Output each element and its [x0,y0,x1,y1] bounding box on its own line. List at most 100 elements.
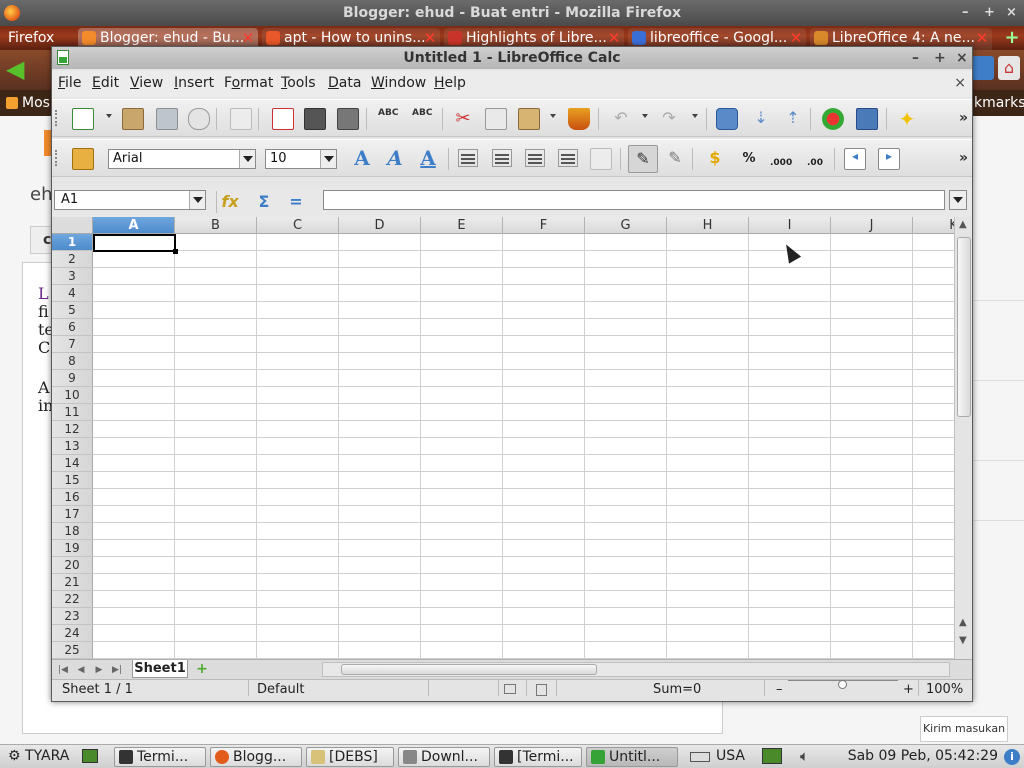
menu-insert[interactable]: Insert [174,75,214,91]
info-icon[interactable]: i [1004,749,1020,765]
tab-close-icon[interactable]: ✕ [974,28,990,48]
paste-dropdown-icon[interactable] [550,114,556,118]
home-icon[interactable]: ⌂ [998,56,1020,80]
copy-icon[interactable] [485,108,507,130]
menu-tools[interactable]: Tools [281,75,316,91]
font-size-dropdown-icon[interactable] [320,150,336,168]
send-feedback-button[interactable]: Kirim masukan [920,716,1008,742]
menu-window[interactable]: Window [371,75,426,91]
document-close-button[interactable]: × [954,75,966,91]
increase-indent-icon[interactable]: ▸ [878,148,900,170]
show-desktop-icon[interactable] [82,749,98,763]
hyperlink-icon[interactable] [716,108,738,130]
font-size-box[interactable]: 10 [265,149,337,169]
keyboard-layout[interactable]: USA [716,748,745,764]
row-header-2[interactable]: 2 [52,251,93,268]
toolbar-overflow-icon[interactable]: » [959,150,968,166]
bookmarks-menu[interactable]: kmarks [974,90,1024,116]
column-header-i[interactable]: I [749,217,831,234]
row-header-9[interactable]: 9 [52,370,93,387]
currency-format-icon[interactable]: $ [704,148,726,170]
row-header-7[interactable]: 7 [52,336,93,353]
add-sheet-icon[interactable]: + [192,661,212,677]
styles-formatting-icon[interactable] [72,148,94,170]
firefox-close-button[interactable]: × [1006,0,1017,26]
zoom-slider-handle[interactable] [838,680,847,689]
edit-file-icon[interactable] [230,108,252,130]
autospellcheck-icon[interactable]: ABC [412,108,434,130]
show-draw-functions-icon[interactable]: ✦ [896,108,918,130]
last-sheet-icon[interactable]: ▶| [110,663,124,677]
column-header-c[interactable]: C [257,217,339,234]
calc-close-button[interactable]: × [956,47,968,69]
align-right-icon[interactable] [525,149,545,167]
menu-help[interactable]: Help [434,75,466,91]
bookmark-item[interactable]: Mos [22,90,50,116]
email-icon[interactable] [188,108,210,130]
cell-area[interactable] [93,234,954,659]
new-dropdown-icon[interactable] [106,114,112,118]
menu-data[interactable]: Data [328,75,361,91]
function-icon[interactable]: = [284,191,308,213]
row-header-17[interactable]: 17 [52,506,93,523]
decrease-indent-icon[interactable]: ◂ [844,148,866,170]
row-header-5[interactable]: 5 [52,302,93,319]
selection-mode-icon[interactable] [504,684,516,694]
row-header-13[interactable]: 13 [52,438,93,455]
align-left-icon[interactable] [458,149,478,167]
row-header-24[interactable]: 24 [52,625,93,642]
row-header-20[interactable]: 20 [52,557,93,574]
tab-close-icon[interactable]: ✕ [422,28,438,48]
status-page-style[interactable]: Default [257,680,305,700]
export-pdf-icon[interactable] [272,108,294,130]
redo-icon[interactable]: ↷ [658,108,680,130]
column-header-g[interactable]: G [585,217,667,234]
toolbar-grip[interactable] [55,110,59,126]
horizontal-scrollbar[interactable] [322,662,950,677]
new-tab-icon[interactable]: + [1002,28,1022,48]
taskbar-item-terminal[interactable]: Termi... [114,747,206,767]
menu-view[interactable]: View [130,75,163,91]
vertical-scrollbar[interactable]: ▲ ▲ ▼ [954,217,972,659]
bold-icon[interactable]: A [350,146,374,170]
row-header-23[interactable]: 23 [52,608,93,625]
save-icon[interactable] [156,108,178,130]
row-header-18[interactable]: 18 [52,523,93,540]
taskbar-item-terminal-2[interactable]: [Termi... [494,747,582,767]
toolbar-overflow-icon[interactable]: » [959,110,968,126]
sort-descending-icon[interactable]: ⇡ [782,108,804,130]
back-arrow-icon[interactable]: ◀ [6,57,32,83]
scroll-up-icon[interactable]: ▲ [959,617,967,628]
column-header-h[interactable]: H [667,217,749,234]
taskbar-item-debs[interactable]: [DEBS] [306,747,394,767]
taskbar-item-downloads[interactable]: Downl... [398,747,490,767]
undo-dropdown-icon[interactable] [642,114,648,118]
taskbar-item-calc[interactable]: Untitl... [586,747,678,767]
firefox-maximize-button[interactable]: + [984,0,995,26]
row-header-21[interactable]: 21 [52,574,93,591]
row-header-3[interactable]: 3 [52,268,93,285]
merge-cells-icon[interactable] [590,148,612,170]
font-name-dropdown-icon[interactable] [239,150,255,168]
paste-icon[interactable] [518,108,540,130]
row-header-25[interactable]: 25 [52,642,93,659]
clock[interactable]: Sab 09 Peb, 05:42:29 [848,748,998,764]
scroll-up-icon[interactable]: ▲ [959,219,967,230]
name-box-dropdown-icon[interactable] [189,191,205,209]
left-to-right-icon[interactable]: ✎ [628,145,658,173]
tab-close-icon[interactable]: ✕ [240,28,256,48]
formula-input[interactable] [323,190,945,210]
taskbar-item-blogger[interactable]: Blogg... [210,747,302,767]
new-document-icon[interactable] [72,108,94,130]
delete-decimal-icon[interactable]: .00 [804,148,826,170]
start-menu[interactable]: ⚙ TYARA [8,748,69,764]
prev-sheet-icon[interactable]: ◀ [74,663,88,677]
clone-formatting-icon[interactable] [568,108,590,130]
row-header-15[interactable]: 15 [52,472,93,489]
zoom-percent[interactable]: 100% [926,680,963,700]
redo-dropdown-icon[interactable] [692,114,698,118]
insert-chart-icon[interactable] [822,108,844,130]
tab-close-icon[interactable]: ✕ [788,28,804,48]
network-icon[interactable] [762,748,782,764]
menu-edit[interactable]: Edit [92,75,119,91]
